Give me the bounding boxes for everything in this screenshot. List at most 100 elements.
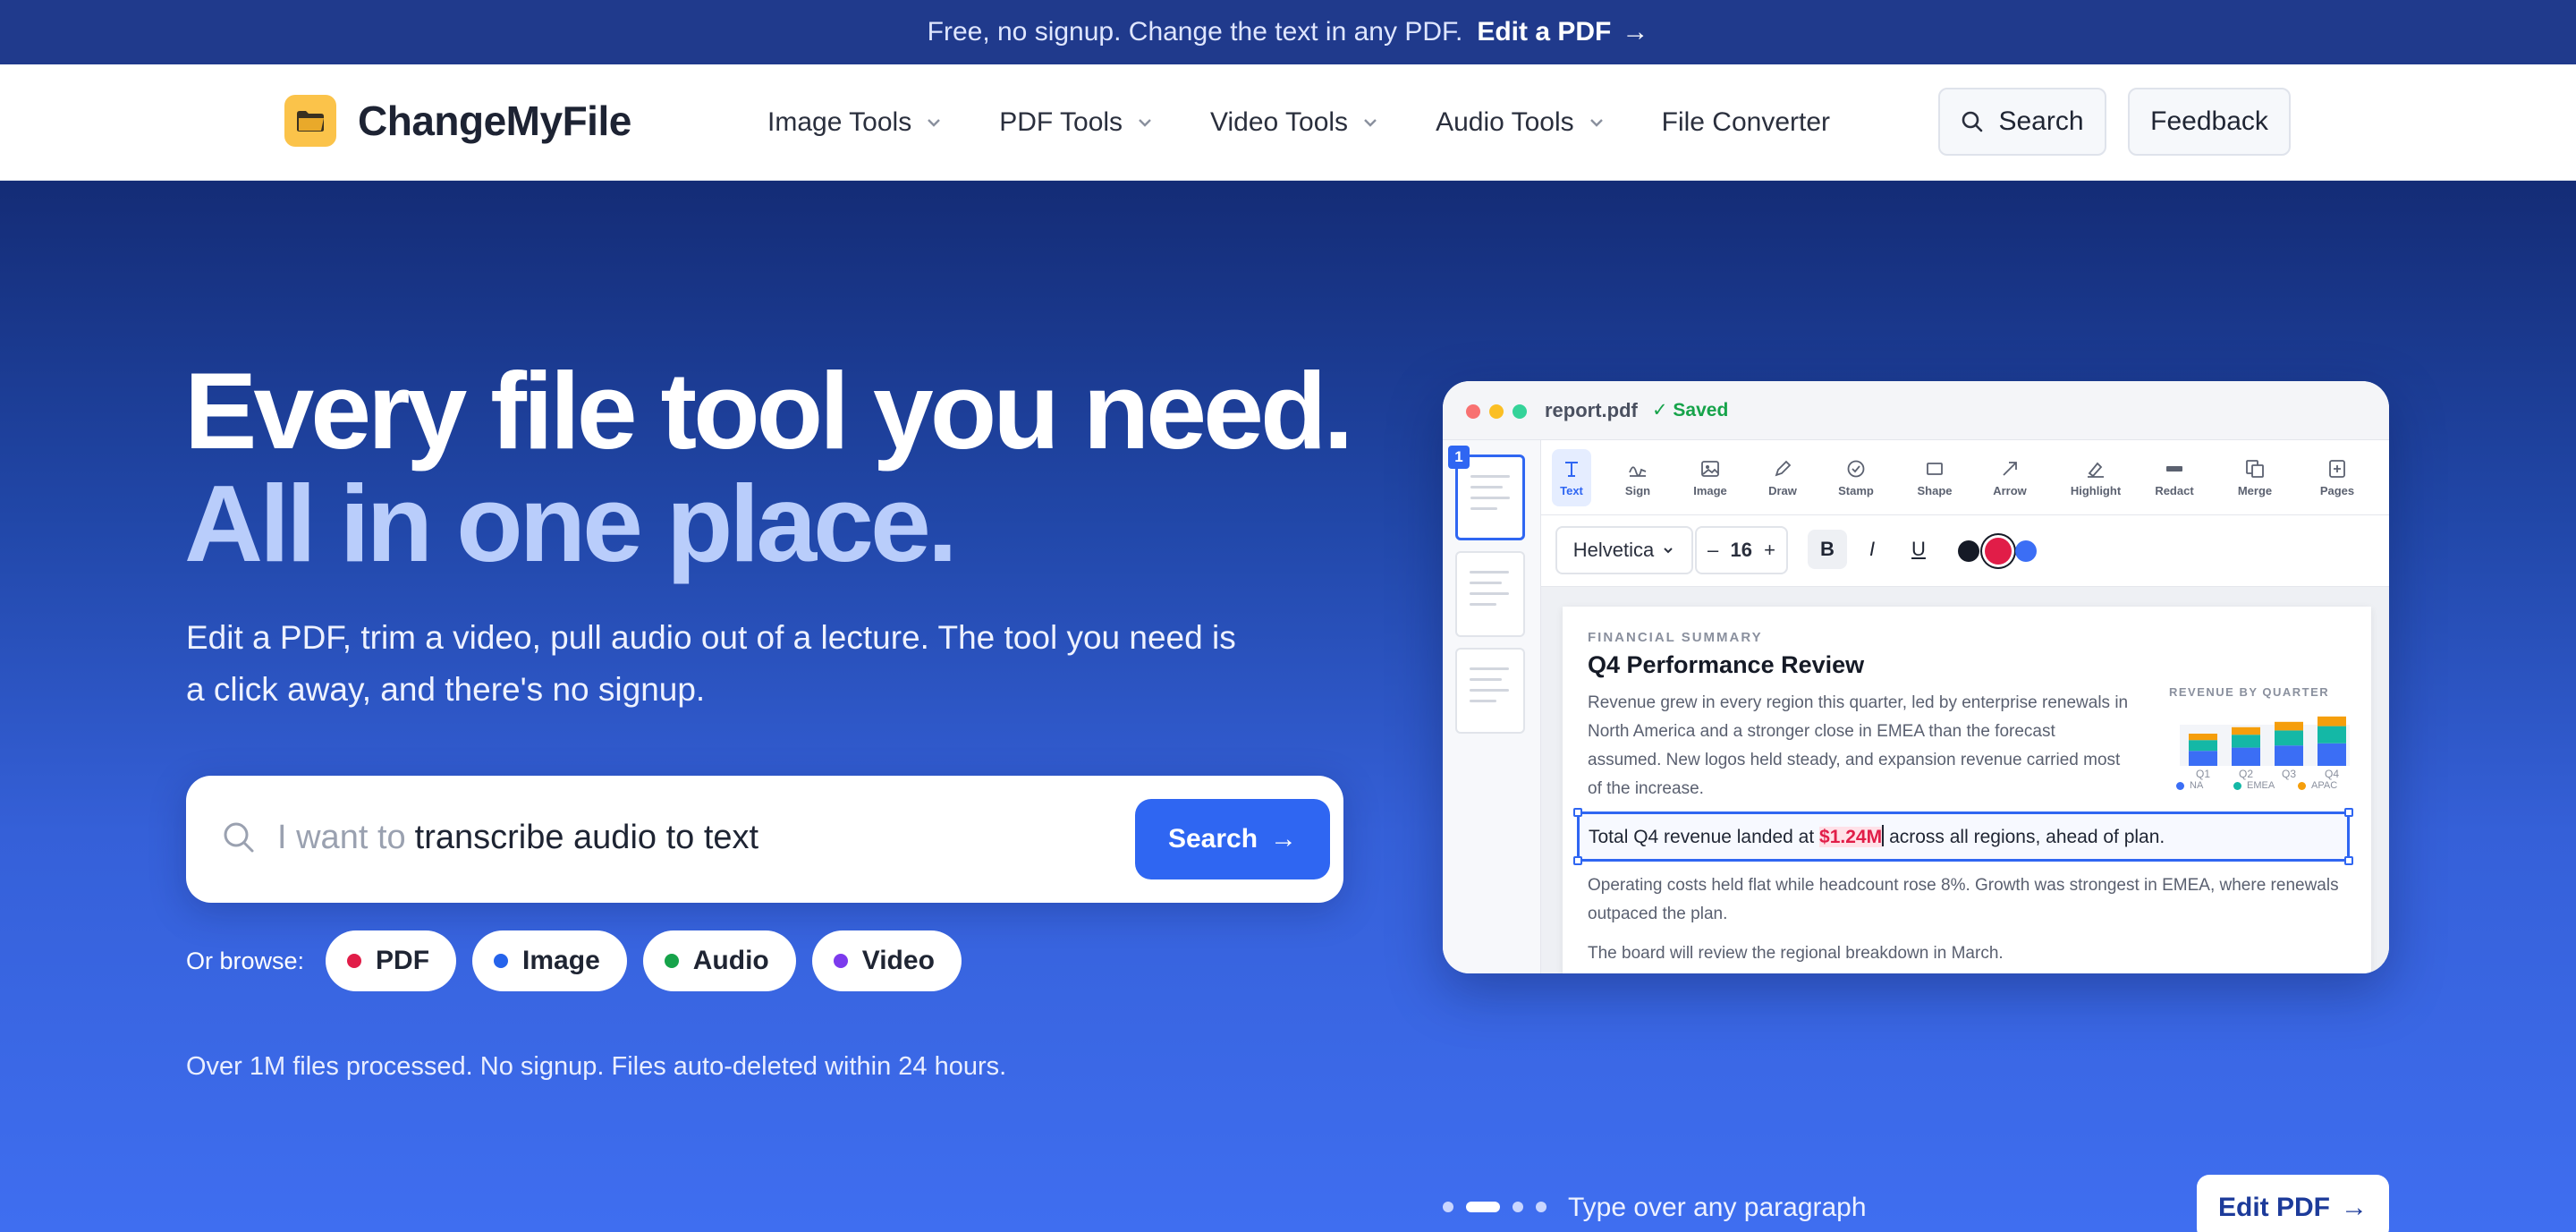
chip-label: Video (861, 946, 935, 975)
announcement-text: Free, no signup. Change the text in any … (927, 17, 1463, 47)
tool-pages[interactable]: Pages (2305, 449, 2369, 506)
editor-filename: report.pdf (1545, 399, 1638, 421)
browse-chip-audio[interactable]: Audio (642, 930, 796, 991)
resize-handle[interactable] (2344, 856, 2353, 865)
nav-video-tools[interactable]: Video Tools (1210, 107, 1380, 138)
doc-paragraph-2[interactable]: Operating costs held flat while headcoun… (1588, 871, 2357, 929)
edit-pdf-button-label: Edit PDF (2218, 1193, 2330, 1222)
bold-button[interactable]: B (1808, 530, 1847, 569)
page-thumbnail-3[interactable] (1455, 648, 1525, 734)
arrow-right-icon: → (1622, 17, 1649, 47)
chart-bar-q3-apac (2275, 721, 2303, 731)
font-size-stepper[interactable]: – 16 + (1695, 526, 1788, 574)
tool-sign[interactable]: Sign (1606, 449, 1670, 506)
resize-handle[interactable] (2344, 808, 2353, 817)
browse-chip-image[interactable]: Image (472, 930, 627, 991)
increase-size-button[interactable]: + (1764, 539, 1775, 562)
color-swatch-red[interactable] (1985, 538, 2012, 565)
legend-label: EMEA (2247, 780, 2275, 791)
editing-text[interactable]: Total Q4 revenue landed at $1.24M across … (1589, 825, 2165, 848)
tool-label: Sign (1624, 483, 1651, 497)
tool-draw[interactable]: Draw (1750, 449, 1815, 506)
chart-tick-label: Q4 (2325, 768, 2340, 780)
browse-chip-pdf[interactable]: PDF (326, 930, 457, 991)
carousel-dot[interactable] (1443, 1202, 1453, 1212)
legend-label: NA (2190, 780, 2204, 791)
carousel-caption: Type over any paragraph (1568, 1193, 1867, 1222)
chart-bar-q1-apac (2189, 734, 2217, 741)
text-icon (1565, 461, 1578, 477)
chart-tick-label: Q2 (2239, 768, 2254, 780)
tool-label: Draw (1768, 483, 1797, 497)
edit-pdf-button[interactable]: Edit PDF → (2197, 1175, 2389, 1232)
resize-handle[interactable] (1573, 808, 1582, 817)
font-family-select[interactable]: Helvetica (1555, 526, 1693, 574)
carousel-dot[interactable] (1536, 1202, 1546, 1212)
editing-text-box[interactable]: Total Q4 revenue landed at $1.24M across … (1573, 808, 2353, 865)
tool-search-bar: I want to transcribe audio to text Search… (186, 776, 1343, 903)
color-swatch-blue[interactable] (2015, 540, 2037, 562)
tool-image[interactable]: Image (1678, 449, 1742, 506)
tool-shape[interactable]: Shape (1902, 449, 1967, 506)
tool-text[interactable]: Text (1552, 449, 1591, 506)
chart-bar-q3-emea (2275, 730, 2303, 746)
nav-image-tools[interactable]: Image Tools (767, 107, 944, 138)
text-caret (1882, 825, 1885, 846)
tool-search-input[interactable]: I want to transcribe audio to text (277, 819, 758, 857)
resize-handle[interactable] (1573, 856, 1582, 865)
chip-label: PDF (376, 946, 430, 975)
brand-logo[interactable]: ChangeMyFile (284, 95, 631, 147)
tool-stamp[interactable]: Stamp (1824, 449, 1888, 506)
arrow-right-icon: → (2341, 1193, 2368, 1222)
stamp-icon (1847, 460, 1865, 477)
feedback-label: Feedback (2150, 106, 2268, 136)
saved-status: ✓ Saved (1652, 400, 1729, 421)
chevron-down-icon (1589, 119, 1603, 127)
chart-tick-label: Q3 (2282, 768, 2297, 780)
decrease-size-button[interactable]: – (1707, 539, 1718, 562)
color-swatch-black[interactable] (1958, 540, 1979, 562)
feedback-button[interactable]: Feedback (2128, 88, 2291, 156)
tool-merge[interactable]: Merge (2223, 449, 2287, 506)
editor-toolbar: Text Sign Image Draw Stamp Shape Arrow H… (1541, 440, 2389, 515)
window-maximize-dot (1513, 404, 1527, 419)
search-icon (1962, 111, 1983, 132)
carousel-dot[interactable] (1513, 1202, 1523, 1212)
page-thumbnails: 1 (1443, 440, 1541, 973)
nav-file-converter[interactable]: File Converter (1662, 107, 1830, 138)
tool-arrow[interactable]: Arrow (1978, 449, 2042, 506)
page-thumbnail-2[interactable] (1455, 551, 1525, 637)
doc-paragraph-1[interactable]: Revenue grew in every region this quarte… (1588, 689, 2133, 803)
tool-label: Pages (2319, 483, 2355, 497)
browse-chip-video[interactable]: Video (811, 930, 962, 991)
nav-pdf-tools[interactable]: PDF Tools (999, 107, 1155, 138)
carousel-dot-active[interactable] (1466, 1202, 1500, 1212)
legend-dot (2176, 781, 2184, 790)
legend-item-apac: APAC (2298, 780, 2337, 791)
nav-audio-tools[interactable]: Audio Tools (1436, 107, 1606, 138)
legend-dot (2298, 781, 2306, 790)
chart-bar-q2-emea (2232, 735, 2260, 748)
tool-search-button-label: Search (1167, 824, 1258, 854)
add-page-icon (2329, 459, 2345, 478)
tool-search-button[interactable]: Search → (1135, 799, 1330, 879)
revenue-chart: REVENUE BY QUARTER Q1 Q2 Q3 Q4 NA EMEA A… (2155, 685, 2351, 802)
chart-bar-q2-apac (2232, 726, 2260, 735)
chart-bar-q2-na (2232, 747, 2260, 766)
search-icon (224, 822, 254, 853)
edit-pdf-link[interactable]: Edit a PDF → (1477, 17, 1648, 47)
underline-button[interactable]: U (1899, 530, 1938, 569)
header-search-button[interactable]: Search (1938, 88, 2106, 156)
doc-title[interactable]: Q4 Performance Review (1588, 651, 1864, 679)
doc-paragraph-3[interactable]: The board will review the regional break… (1588, 939, 2357, 968)
hero-lede: Edit a PDF, trim a video, pull audio out… (186, 619, 1236, 708)
chart-tick-label: Q1 (2196, 768, 2211, 780)
brand-name: ChangeMyFile (358, 98, 631, 144)
document-canvas: FINANCIAL SUMMARY Q4 Performance Review … (1541, 587, 2389, 973)
format-bar: Helvetica – 16 + B I U (1541, 515, 2389, 587)
italic-button[interactable]: I (1852, 530, 1892, 569)
edit-pdf-link-label: Edit a PDF (1477, 17, 1612, 47)
tool-redact[interactable]: Redact (2142, 449, 2207, 506)
legend-item-na: NA (2176, 780, 2203, 791)
tool-highlight[interactable]: Highlight (2058, 449, 2133, 506)
